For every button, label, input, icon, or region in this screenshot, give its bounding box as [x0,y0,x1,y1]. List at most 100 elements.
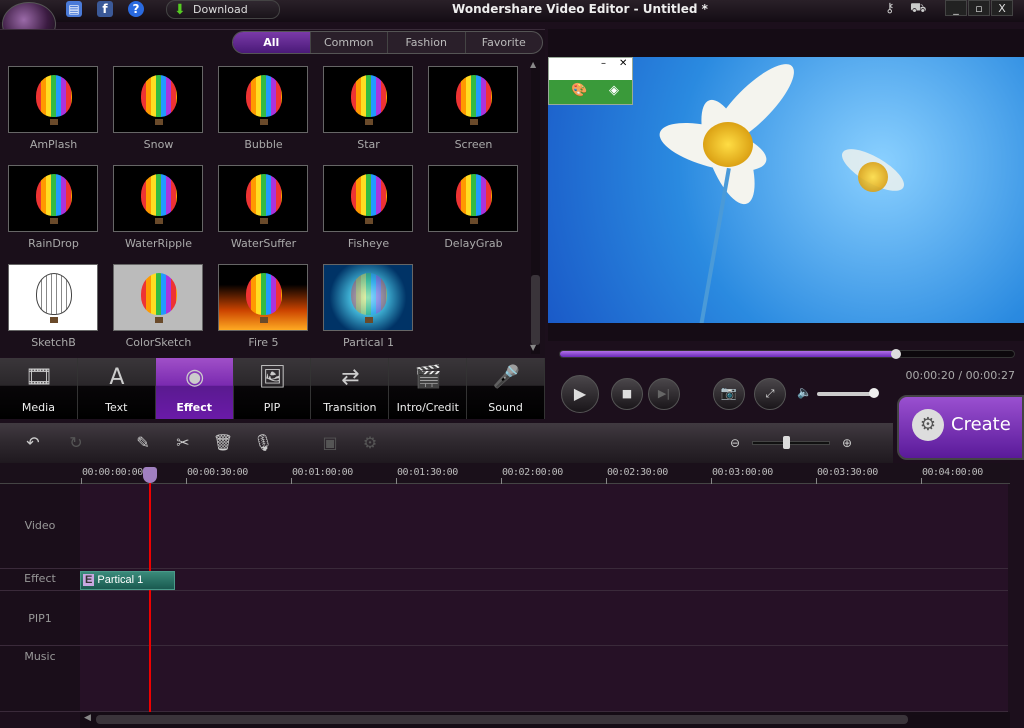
ruler-tick-label: 00:02:30:00 [607,467,668,478]
effect-label: AmPlash [29,138,78,151]
effect-thumbnail[interactable] [428,165,518,232]
shape-icon[interactable]: ◈ [609,83,619,98]
sound-icon: 🎤 [492,365,520,390]
effect-label: Snow [143,138,174,151]
floating-toolbar-window[interactable]: – ✕ 🎨 ◈ [548,57,633,105]
ruler-tick-label: 00:01:00:00 [292,467,353,478]
effect-label: Fire 5 [248,336,279,349]
zoom-in-icon[interactable]: ⊕ [842,436,852,450]
effect-thumbnail[interactable] [8,165,98,232]
track-music[interactable]: Music [0,646,1008,712]
volume-icon[interactable]: 🔈 [797,385,812,399]
category-tab-pip[interactable]: 🖼 PIP [233,358,312,419]
playback-progress[interactable] [559,350,1015,358]
timeline-zoom-slider[interactable] [752,441,830,445]
effect-thumbnail[interactable] [218,264,308,331]
balloon-basket [155,119,163,125]
next-frame-button[interactable]: ▶| [648,378,680,410]
ruler-tick-label: 00:01:30:00 [397,467,458,478]
tab-common[interactable]: Common [309,32,388,53]
delete-icon[interactable]: 🗑 [212,432,234,454]
effects-scrollbar-thumb[interactable] [531,275,540,345]
volume-slider[interactable] [817,392,877,396]
category-tab-text[interactable]: A Text [77,358,156,419]
effect-clip[interactable]: E Partical 1 [80,571,175,590]
save-icon[interactable]: ▤ [66,1,82,17]
key-icon[interactable]: ⚷ [885,1,895,16]
snapshot-button[interactable]: 📷 [713,378,745,410]
edit-icon[interactable]: ✎ [132,432,154,454]
stop-button[interactable]: ■ [611,378,643,410]
minimize-button[interactable]: _ [945,0,967,16]
playhead-handle[interactable] [143,467,157,483]
effect-label: Fisheye [347,237,390,250]
category-tabs: 🎞 Media A Text ◉ Effect 🖼 PIP ⇄ Transition 🎬 Intro/… [0,358,546,419]
balloon-basket [260,317,268,323]
effect-thumbnail[interactable] [323,165,413,232]
effect-thumbnail[interactable] [428,66,518,133]
cut-icon[interactable]: ✂ [172,432,194,454]
category-tab-effect[interactable]: ◉ Effect [155,358,234,419]
close-icon[interactable]: ✕ [619,58,627,69]
category-label: Transition [323,401,377,414]
category-label: Intro/Credit [396,401,459,414]
transition-icon: ⇄ [341,365,360,390]
tab-favorite[interactable]: Favorite [464,32,543,53]
redo-icon[interactable]: ↻ [65,432,87,454]
tab-fashion[interactable]: Fashion [387,32,465,53]
playhead[interactable] [149,470,151,712]
effect-label: ColorSketch [125,336,192,349]
effect-thumbnail[interactable] [113,264,203,331]
balloon-basket [365,218,373,224]
track-label: Effect [0,569,80,590]
zoom-slider-knob[interactable] [783,436,790,449]
scroll-left-icon[interactable]: ◀ [84,713,91,723]
effect-thumbnail[interactable] [323,264,413,331]
effect-thumbnail[interactable] [323,66,413,133]
category-tab-transition[interactable]: ⇄ Transition [311,358,390,419]
effect-icon: ◉ [185,365,205,390]
text-icon: A [109,365,125,390]
category-tab-intro-credit[interactable]: 🎬 Intro/Credit [389,358,468,419]
crop-icon[interactable]: ▣ [319,432,341,454]
balloon-basket [365,317,373,323]
effect-label: Partical 1 [342,336,395,349]
balloon-image [36,273,72,315]
balloon-image [141,75,177,117]
category-tab-media[interactable]: 🎞 Media [0,358,78,419]
timecode: 00:00:20 / 00:00:27 [905,369,1015,382]
effect-label: WaterRipple [124,237,192,250]
settings-icon[interactable]: ⚙ [359,432,381,454]
close-button[interactable]: X [991,0,1013,16]
scroll-up-icon[interactable]: ▲ [530,60,536,69]
effect-thumbnail[interactable] [113,66,203,133]
effect-thumbnail[interactable] [113,165,203,232]
help-icon[interactable]: ? [128,1,144,17]
effect-thumbnail[interactable] [8,264,98,331]
palette-icon[interactable]: 🎨 [571,83,587,98]
effect-thumbnail[interactable] [8,66,98,133]
balloon-basket [365,119,373,125]
restore-button[interactable]: ▫ [968,0,990,16]
volume-knob[interactable] [869,388,879,398]
zoom-out-icon[interactable]: ⊖ [730,436,740,450]
facebook-icon[interactable]: f [97,1,113,17]
timeline-scrollbar-thumb[interactable] [96,715,908,724]
effect-thumbnail[interactable] [218,165,308,232]
microphone-icon[interactable]: 🎙 [252,432,274,454]
scroll-down-icon[interactable]: ▼ [530,343,536,352]
play-button[interactable]: ▶ [561,375,599,413]
ruler-tick-label: 00:00:00:00 [82,467,143,478]
undo-icon[interactable]: ↶ [22,432,44,454]
category-tab-sound[interactable]: 🎤 Sound [467,358,546,419]
effect-thumbnail[interactable] [218,66,308,133]
cart-icon[interactable]: ⛟ [910,1,926,18]
track-pip1[interactable]: PIP1 [0,591,1008,646]
fullscreen-button[interactable]: ⤢ [754,378,786,410]
tab-all[interactable]: All [233,32,310,53]
balloon-basket [50,218,58,224]
effect-badge: E [83,574,95,586]
track-video[interactable]: Video [0,484,1008,569]
balloon-image [351,273,387,315]
minimize-icon[interactable]: – [601,58,606,69]
